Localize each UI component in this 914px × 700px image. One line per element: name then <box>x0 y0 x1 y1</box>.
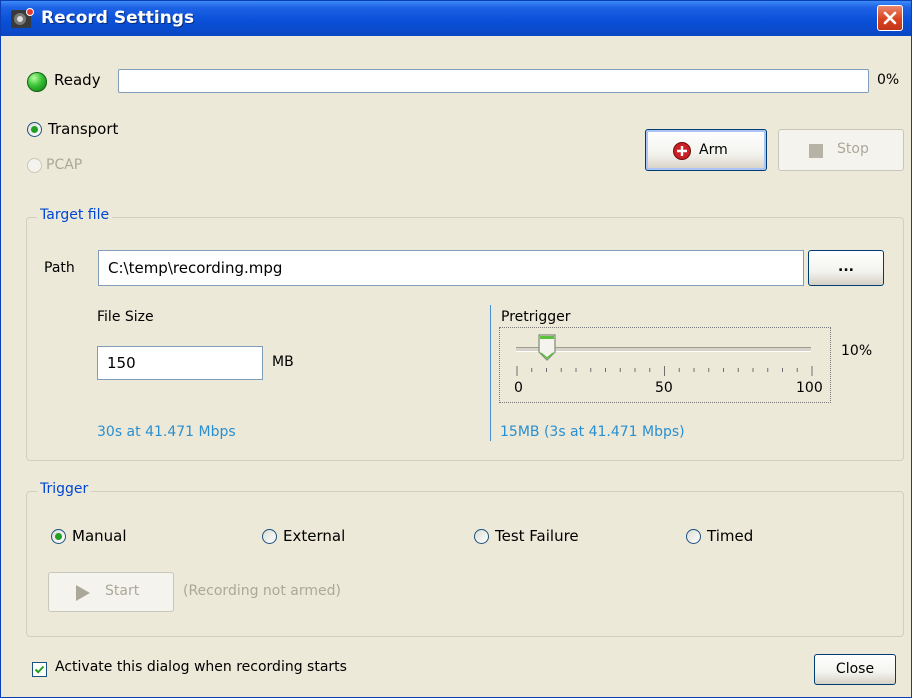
trigger-group <box>26 491 904 637</box>
target-file-title: Target file <box>37 207 113 223</box>
trigger-title: Trigger <box>37 481 92 497</box>
radio-test-failure-label: Test Failure <box>495 527 579 545</box>
radio-external-indicator[interactable] <box>262 528 277 544</box>
scale-label-max: 100 <box>796 380 823 396</box>
file-size-input[interactable]: 150 <box>97 346 263 380</box>
radio-trigger-manual[interactable]: Manual <box>51 527 127 545</box>
trigger-status-text: (Recording not armed) <box>183 583 341 599</box>
file-size-label: File Size <box>97 309 154 325</box>
radio-external-label: External <box>283 527 346 545</box>
checkmark-icon <box>34 665 45 674</box>
radio-trigger-external[interactable]: External <box>262 527 345 545</box>
start-button-label: Start <box>105 583 140 599</box>
radio-transport[interactable]: Transport <box>27 120 118 138</box>
pretrigger-value: 10% <box>841 343 873 359</box>
path-input[interactable]: C:\temp\recording.mpg <box>98 250 804 286</box>
play-icon <box>76 585 90 601</box>
scale-label-mid: 50 <box>655 380 673 396</box>
radio-transport-label: Transport <box>48 120 119 138</box>
radio-pcap-label: PCAP <box>46 157 83 173</box>
stop-icon <box>809 144 823 158</box>
radio-test-failure-indicator[interactable] <box>474 528 489 544</box>
slider-thumb[interactable] <box>537 334 556 362</box>
pretrigger-info: 15MB (3s at 41.471 Mbps) <box>500 424 685 440</box>
radio-manual-label: Manual <box>72 527 127 545</box>
radio-manual-indicator[interactable] <box>51 528 66 544</box>
pretrigger-slider[interactable]: 0 50 100 <box>499 327 831 403</box>
pretrigger-label: Pretrigger <box>501 309 571 325</box>
radio-transport-indicator[interactable] <box>27 121 42 137</box>
close-window-button[interactable] <box>877 5 903 31</box>
radio-timed-label: Timed <box>707 527 754 545</box>
radio-pcap-indicator <box>27 157 42 173</box>
radio-pcap: PCAP <box>27 157 82 173</box>
file-size-unit: MB <box>272 354 294 370</box>
browse-button[interactable]: ... <box>808 250 884 286</box>
close-button[interactable]: Close <box>814 654 896 685</box>
ready-status-icon <box>27 72 47 92</box>
radio-trigger-timed[interactable]: Timed <box>686 527 753 545</box>
app-icon <box>11 8 35 30</box>
stop-button-label: Stop <box>837 141 869 157</box>
start-button: Start <box>48 572 174 612</box>
group-divider <box>490 305 491 441</box>
status-text: Ready <box>54 71 101 89</box>
scale-label-min: 0 <box>514 380 523 396</box>
arm-button-label: Arm <box>699 142 728 158</box>
activate-dialog-label: Activate this dialog when recording star… <box>55 659 347 675</box>
window-title: Record Settings <box>41 8 195 28</box>
stop-button: Stop <box>778 129 904 171</box>
progress-percent: 0% <box>877 72 900 88</box>
activate-dialog-checkbox[interactable] <box>32 662 47 677</box>
recording-progress-bar <box>118 69 869 93</box>
file-size-info: 30s at 41.471 Mbps <box>97 424 236 440</box>
close-icon <box>883 11 897 25</box>
radio-trigger-test-failure[interactable]: Test Failure <box>474 527 579 545</box>
radio-timed-indicator[interactable] <box>686 528 701 544</box>
arm-button[interactable]: Arm <box>645 129 767 171</box>
record-settings-dialog: Record Settings Ready 0% Transport PCAP … <box>0 0 912 698</box>
arm-record-icon <box>673 142 691 160</box>
path-label: Path <box>44 260 75 276</box>
title-bar[interactable]: Record Settings <box>1 1 911 36</box>
